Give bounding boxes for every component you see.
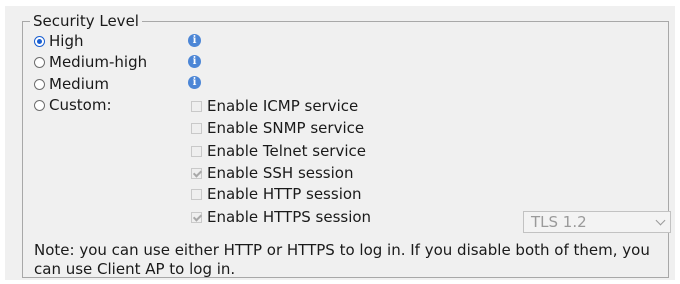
radio-label: Medium <box>49 75 109 93</box>
info-icon[interactable]: i <box>188 34 201 47</box>
checkbox-label: Enable SSH session <box>207 164 354 182</box>
radio-button-icon[interactable] <box>34 79 45 90</box>
checkbox-checked-icon[interactable] <box>191 168 202 179</box>
checkbox-https[interactable]: Enable HTTPS session <box>191 207 371 227</box>
info-icon[interactable]: i <box>188 76 201 89</box>
checkbox-label: Enable SNMP service <box>207 119 365 137</box>
checkbox-ssh[interactable]: Enable SSH session <box>191 163 353 183</box>
checkbox-icon[interactable] <box>191 189 202 200</box>
checkbox-telnet[interactable]: Enable Telnet service <box>191 141 366 161</box>
checkbox-label: Enable HTTP session <box>207 185 362 203</box>
checkbox-icon[interactable] <box>191 146 202 157</box>
radio-custom[interactable]: Custom: <box>34 95 112 115</box>
group-legend: Security Level <box>33 12 139 30</box>
radio-medium[interactable]: Medium <box>34 74 109 94</box>
radio-button-icon[interactable] <box>34 36 45 47</box>
tls-select-value: TLS 1.2 <box>531 213 587 231</box>
checkbox-label: Enable ICMP service <box>207 97 359 115</box>
radio-button-icon[interactable] <box>34 57 45 68</box>
checkbox-icon[interactable] <box>191 123 202 134</box>
chevron-down-icon <box>655 215 666 226</box>
radio-label: Custom: <box>49 96 112 114</box>
info-icon[interactable]: i <box>188 55 201 68</box>
radio-medium-high[interactable]: Medium-high <box>34 52 147 72</box>
radio-label: Medium-high <box>49 53 148 71</box>
checkbox-icon[interactable] <box>191 101 202 112</box>
security-panel: Security Level High Medium-high Medium C… <box>5 6 675 280</box>
radio-button-icon[interactable] <box>34 100 45 111</box>
radio-high[interactable]: High <box>34 31 83 51</box>
checkbox-snmp[interactable]: Enable SNMP service <box>191 118 364 138</box>
checkbox-icmp[interactable]: Enable ICMP service <box>191 96 358 116</box>
checkbox-label: Enable Telnet service <box>207 142 366 160</box>
tls-version-select[interactable]: TLS 1.2 <box>523 211 671 233</box>
radio-label: High <box>49 32 84 50</box>
checkbox-checked-icon[interactable] <box>191 212 202 223</box>
checkbox-label: Enable HTTPS session <box>207 208 372 226</box>
login-note: Note: you can use either HTTP or HTTPS t… <box>34 241 650 278</box>
checkbox-http[interactable]: Enable HTTP session <box>191 184 362 204</box>
